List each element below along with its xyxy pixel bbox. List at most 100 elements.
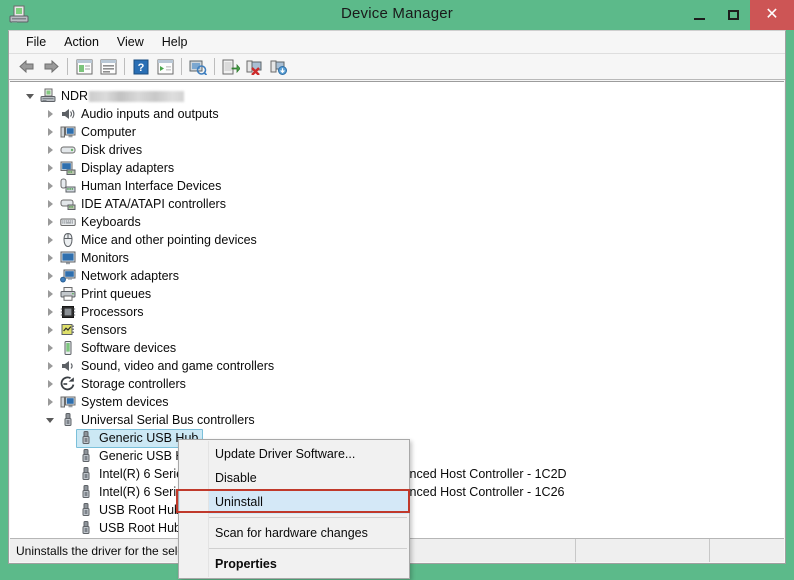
tree-item-label: Mice and other pointing devices (81, 233, 257, 247)
tree-item-label: System devices (81, 395, 169, 409)
tree-item-audio-inputs-and-outputs[interactable]: Audio inputs and outputs (10, 105, 784, 123)
tree-item-display-adapters[interactable]: Display adapters (10, 159, 784, 177)
sensor-icon (60, 322, 76, 338)
tree-item-monitors[interactable]: Monitors (10, 249, 784, 267)
storage-controller-icon (60, 376, 76, 392)
context-menu-item-uninstall[interactable]: Uninstall (179, 490, 409, 514)
chevron-right-icon[interactable] (46, 217, 57, 228)
chevron-right-icon[interactable] (46, 109, 57, 120)
toolbar-separator (214, 58, 215, 75)
tree-item-processors[interactable]: Processors (10, 303, 784, 321)
menu-bar: File Action View Help (9, 31, 785, 54)
chevron-right-icon[interactable] (46, 145, 57, 156)
menu-file[interactable]: File (17, 32, 55, 52)
tree-item-label: Disk drives (81, 143, 143, 157)
scan-changes-icon[interactable] (267, 56, 291, 78)
device-context-menu[interactable]: Update Driver Software... Disable Uninst… (178, 439, 410, 579)
chevron-right-icon[interactable] (46, 235, 57, 246)
chevron-expanded-icon[interactable] (26, 91, 37, 102)
title-bar[interactable]: Device Manager ✕ (0, 0, 794, 30)
disk-drive-icon (60, 142, 76, 158)
tree-item-universal-serial-bus-controllers[interactable]: Universal Serial Bus controllers (10, 411, 784, 429)
context-menu-item-disable[interactable]: Disable (179, 466, 409, 490)
maximize-button[interactable] (716, 0, 750, 30)
context-menu-item-properties[interactable]: Properties (179, 552, 409, 576)
device-label: USB Root Hub (99, 521, 181, 535)
chevron-right-icon[interactable] (46, 199, 57, 210)
tree-item-label: Keyboards (81, 215, 141, 229)
scan-for-hardware-changes-icon[interactable] (186, 56, 210, 78)
tree-item-label: Display adapters (81, 161, 175, 175)
context-menu-item-update-driver-software[interactable]: Update Driver Software... (179, 442, 409, 466)
page-title: Device Manager (340, 5, 454, 22)
chevron-right-icon[interactable] (46, 271, 57, 282)
tree-item-label: Software devices (81, 341, 177, 355)
tree-item-software-devices[interactable]: Software devices (10, 339, 784, 357)
menu-view[interactable]: View (108, 32, 153, 52)
properties-icon[interactable] (96, 56, 120, 78)
usb-device-icon (78, 520, 94, 536)
speaker-icon (60, 106, 76, 122)
menu-help[interactable]: Help (153, 32, 197, 52)
update-driver-icon[interactable] (219, 56, 243, 78)
chevron-right-icon[interactable] (46, 163, 57, 174)
tree-item-disk-drives[interactable]: Disk drives (10, 141, 784, 159)
root-label: NDR (61, 89, 89, 103)
chevron-right-icon[interactable] (46, 343, 57, 354)
tree-item-sound-video-and-game-controllers[interactable]: Sound, video and game controllers (10, 357, 784, 375)
chevron-right-icon[interactable] (46, 397, 57, 408)
toolbar-separator (67, 58, 68, 75)
device-manager-icon (8, 4, 30, 26)
chevron-right-icon[interactable] (46, 127, 57, 138)
device-label: USB Root Hub (99, 503, 181, 517)
tree-item-keyboards[interactable]: Keyboards (10, 213, 784, 231)
tree-item-human-interface-devices[interactable]: Human Interface Devices (10, 177, 784, 195)
uninstall-device-icon[interactable] (243, 56, 267, 78)
status-cell-3 (710, 539, 784, 562)
help-icon[interactable]: ? (129, 56, 153, 78)
tree-item-label: IDE ATA/ATAPI controllers (81, 197, 226, 211)
forward-icon[interactable] (39, 56, 63, 78)
tree-item-mice-and-other-pointing-devices[interactable]: Mice and other pointing devices (10, 231, 784, 249)
tree-item-label: Universal Serial Bus controllers (81, 413, 255, 427)
chevron-right-icon[interactable] (46, 253, 57, 264)
back-icon[interactable] (15, 56, 39, 78)
tree-item-label: Print queues (81, 287, 152, 301)
chevron-right-icon[interactable] (46, 379, 57, 390)
chevron-right-icon[interactable] (46, 181, 57, 192)
chevron-right-icon[interactable] (46, 289, 57, 300)
network-adapter-icon (60, 268, 76, 284)
tree-item-ide-ata-atapi-controllers[interactable]: IDE ATA/ATAPI controllers (10, 195, 784, 213)
svg-text:?: ? (138, 62, 145, 74)
toolbar-separator (181, 58, 182, 75)
sound-controller-icon (60, 358, 76, 374)
minimize-button[interactable] (682, 0, 716, 30)
tree-item-computer[interactable]: Computer (10, 123, 784, 141)
tree-root-node[interactable]: NDR (10, 87, 784, 105)
toolbar-separator (124, 58, 125, 75)
tree-item-network-adapters[interactable]: Network adapters (10, 267, 784, 285)
tree-item-sensors[interactable]: Sensors (10, 321, 784, 339)
tree-item-label: Storage controllers (81, 377, 186, 391)
usb-device-icon (78, 502, 94, 518)
tree-item-system-devices[interactable]: System devices (10, 393, 784, 411)
keyboard-icon (60, 214, 76, 230)
context-menu-separator (209, 548, 407, 549)
show-hide-action-pane-icon[interactable] (153, 56, 177, 78)
tree-item-label: Sound, video and game controllers (81, 359, 275, 373)
chevron-expanded-icon[interactable] (46, 415, 57, 426)
chevron-right-icon[interactable] (46, 325, 57, 336)
computer-small-icon (60, 124, 76, 140)
context-menu-gutter (180, 441, 209, 577)
context-menu-item-scan-for-hardware-changes[interactable]: Scan for hardware changes (179, 521, 409, 545)
close-button[interactable]: ✕ (750, 0, 794, 30)
chevron-right-icon[interactable] (46, 307, 57, 318)
show-hide-console-tree-icon[interactable] (72, 56, 96, 78)
display-adapter-icon (60, 160, 76, 176)
chevron-right-icon[interactable] (46, 361, 57, 372)
tree-item-storage-controllers[interactable]: Storage controllers (10, 375, 784, 393)
tree-item-label: Audio inputs and outputs (81, 107, 219, 121)
tree-item-label: Monitors (81, 251, 129, 265)
tree-item-print-queues[interactable]: Print queues (10, 285, 784, 303)
menu-action[interactable]: Action (55, 32, 108, 52)
